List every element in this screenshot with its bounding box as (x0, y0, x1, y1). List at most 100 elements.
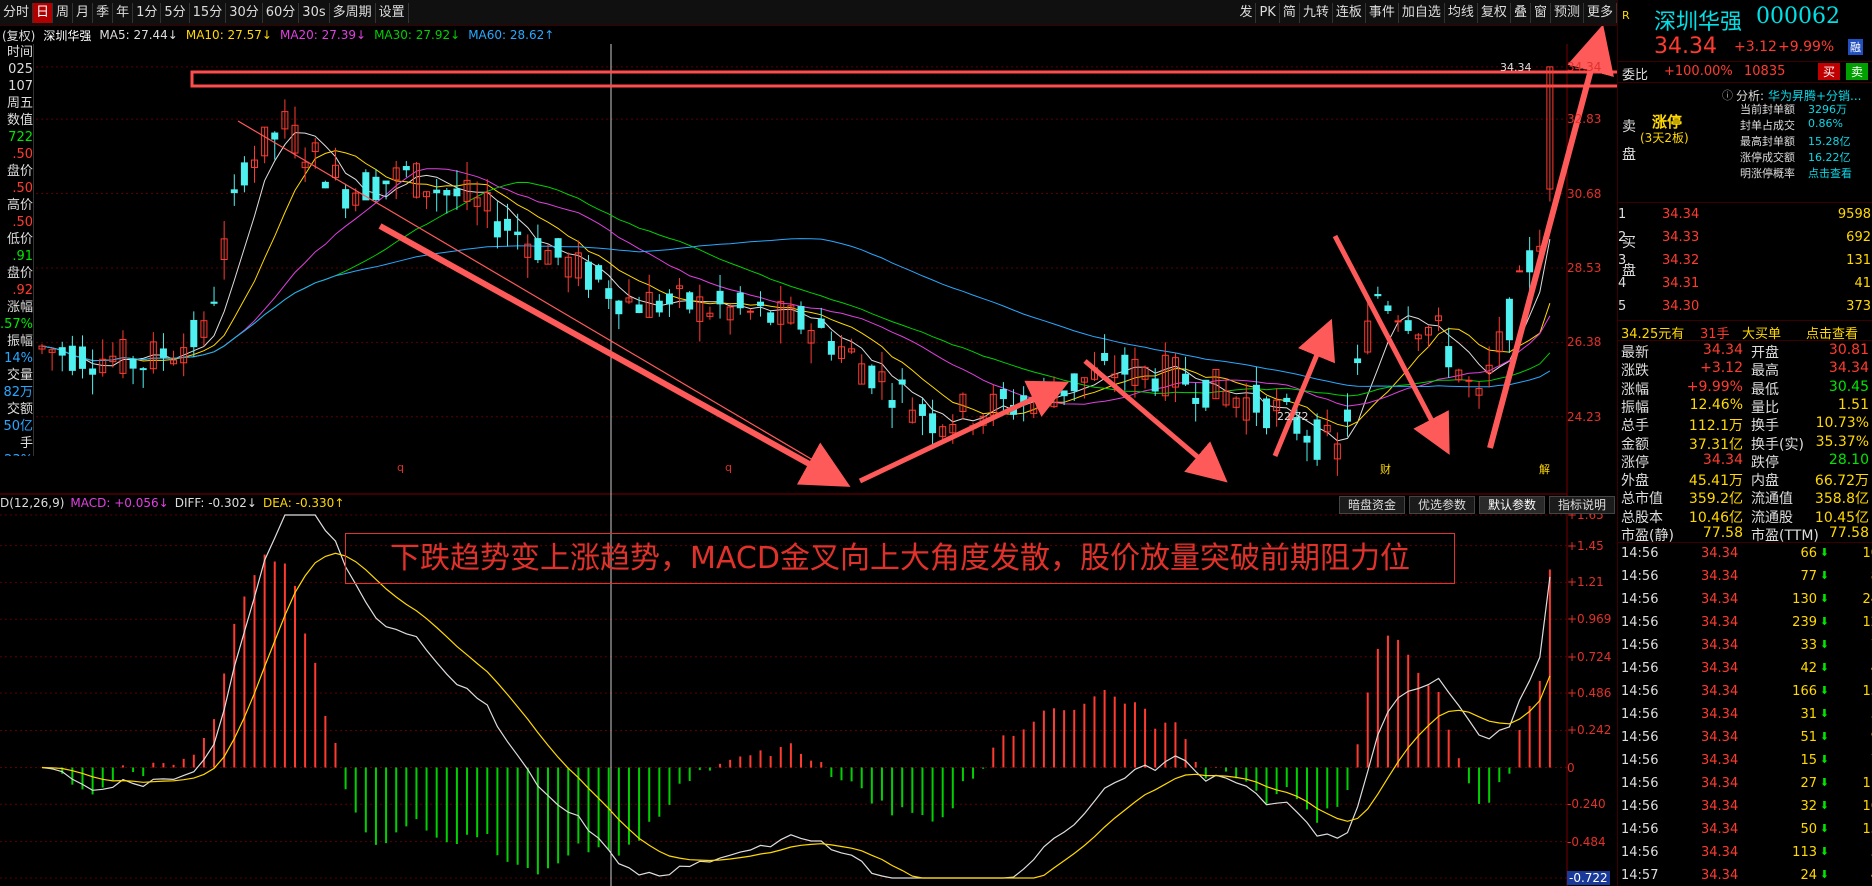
period-tab-7[interactable]: 5分 (161, 2, 190, 23)
down-arrow-icon: ⬇ (1819, 822, 1829, 835)
tool-button-0[interactable]: 发 (1236, 3, 1257, 23)
stat-key: 金额 (1621, 436, 1649, 453)
tool-button-1[interactable]: PK (1256, 3, 1280, 23)
tab-indicator-help[interactable]: 指标说明 (1548, 496, 1615, 514)
tick-count: 24 (1862, 592, 1872, 607)
stat-value: 30.45 (1828, 378, 1869, 395)
candle-body (240, 162, 248, 186)
tool-button-6[interactable]: 加自选 (1399, 3, 1445, 23)
bid-price: 34.34 (1662, 207, 1700, 222)
tick-price: 34.34 (1701, 753, 1739, 768)
tick-count: 13 (1862, 684, 1872, 699)
stat-value: 34.34 (1702, 451, 1743, 468)
tool-button-10[interactable]: 窗 (1531, 3, 1551, 23)
period-tab-4[interactable]: 季 (93, 2, 114, 23)
stats-table: 最新 34.34 开盘 30.81 涨跌 +3.12 最高 34.34 涨幅 +9.99% 最低 30… (1618, 340, 1872, 544)
candle-body (584, 261, 592, 290)
tick-time: 14:56 (1621, 569, 1659, 584)
tick-count: 12 (1862, 615, 1872, 630)
stat-key: 开盘 (1751, 345, 1779, 361)
candle-body (1374, 294, 1382, 297)
period-tab-10[interactable]: 60分 (263, 2, 300, 23)
diff-value: DIFF: -0.302↓ (174, 496, 257, 510)
period-tab-1[interactable]: 日 (33, 2, 54, 23)
bid-row[interactable]: 3 34.32 131 (1618, 251, 1872, 270)
candle-body (58, 347, 66, 356)
tab-optimal-params[interactable]: 优选参数 (1408, 496, 1475, 514)
tool-button-2[interactable]: 简 (1280, 3, 1300, 23)
sell-button[interactable]: 卖 (1846, 63, 1869, 80)
period-tab-0[interactable]: 分时 (0, 2, 34, 23)
stat-value: 10.45亿 (1814, 509, 1869, 526)
ma5-line (41, 132, 1551, 442)
tick-row: 14:5634.3451⬇9 (1621, 730, 1872, 753)
tool-button-3[interactable]: 九转 (1300, 3, 1333, 23)
tick-time: 14:56 (1621, 845, 1659, 860)
tool-button-8[interactable]: 复权 (1478, 3, 1511, 23)
weicha-value: 10835 (1744, 64, 1786, 79)
period-tab-3[interactable]: 月 (73, 2, 94, 23)
bid-row[interactable]: 5 34.30 373 (1618, 297, 1872, 316)
bid-row[interactable]: 2 34.33 692 (1618, 228, 1872, 247)
tick-time: 14:56 (1621, 707, 1659, 722)
tick-volume: 77 (1800, 569, 1817, 584)
buy-button[interactable]: 买 (1818, 63, 1841, 80)
tick-price: 34.34 (1701, 546, 1739, 561)
candle-body (554, 238, 562, 258)
tool-button-4[interactable]: 连板 (1333, 3, 1366, 23)
tool-button-9[interactable]: 叠 (1511, 3, 1531, 23)
candle-body (89, 368, 97, 375)
r-icon[interactable]: R (1622, 9, 1630, 22)
period-tab-13[interactable]: 设置 (376, 2, 409, 23)
tick-row: 14:56 34.34 239⬇ 12 (1621, 615, 1872, 638)
candle-body (716, 290, 724, 305)
event-mark-q2: q (725, 461, 732, 474)
tool-button-7[interactable]: 均线 (1445, 3, 1478, 23)
candle-body (1101, 352, 1109, 361)
stat-key: 最新 (1621, 345, 1649, 361)
tab-dark-fund[interactable]: 暗盘资金 (1338, 496, 1405, 514)
bid-row[interactable]: 4 34.31 41 (1618, 274, 1872, 293)
period-tab-12[interactable]: 多周期 (330, 2, 376, 23)
period-tab-9[interactable]: 30分 (226, 2, 263, 23)
period-tab-5[interactable]: 年 (113, 2, 134, 23)
tick-volume: 66 (1800, 546, 1817, 561)
tool-button-5[interactable]: 事件 (1366, 3, 1399, 23)
tab-default-params[interactable]: 默认参数 (1478, 496, 1545, 514)
limit-info-value: 0.86% (1808, 117, 1843, 130)
tick-volume: 24 (1800, 868, 1817, 883)
dea-line (41, 552, 1551, 879)
bid-row[interactable]: 1 34.34 9598 (1618, 205, 1872, 224)
limit-info-key: 最高封单额 (1740, 135, 1795, 148)
tool-button-11[interactable]: 预测 (1551, 3, 1584, 23)
candle-body (665, 293, 673, 305)
tick-price: 34.34 (1701, 845, 1739, 860)
candle-body (402, 166, 410, 171)
tick-row: 14:5634.3415⬇7 (1621, 753, 1872, 776)
period-tab-6[interactable]: 1分 (133, 2, 162, 23)
period-tab-8[interactable]: 15分 (190, 2, 227, 23)
stat-key: 最高 (1751, 363, 1779, 380)
tool-button-12[interactable]: 更多 (1584, 3, 1617, 23)
limit-info-value[interactable]: 点击查看 (1808, 165, 1852, 181)
tick-list[interactable]: 14:5634.3466⬇1014:5634.3477⬇814:5634.341… (1618, 542, 1872, 886)
candle-body (1070, 373, 1078, 392)
period-tab-2[interactable]: 周 (53, 2, 74, 23)
kline-chart[interactable] (0, 26, 1617, 886)
down-arrow-icon: ⬇ (1819, 615, 1829, 628)
macd-value: MACD: +0.056↓ (70, 496, 169, 510)
tick-row: 14:56 34.34 27⬇ 11 (1621, 776, 1872, 799)
stat-key: 内盘 (1751, 473, 1779, 490)
candle-body (453, 188, 461, 197)
period-tab-11[interactable]: 30s (299, 2, 330, 23)
price-row: 34.34 +3.12 +9.99% 融 (1618, 34, 1872, 60)
tick-row: 14:56 34.34 32⬇ 16 (1621, 799, 1872, 822)
price-pct: +9.99% (1778, 39, 1835, 55)
stat-key: 涨幅 (1621, 381, 1649, 398)
tick-row: 14:5634.3442⬇4 (1621, 661, 1872, 684)
candle-body (1516, 270, 1524, 273)
period-toolbar: 分时日周月季年 1分 5分 15分 30分 60分 30s 多周期 设置 发 PK 简九转 连板 事件 加自… (0, 0, 1617, 26)
candle-body (190, 319, 198, 348)
candle-body (605, 288, 613, 299)
stat-row: 金额 37.31亿 换手(实) 35.37% (1621, 434, 1871, 453)
